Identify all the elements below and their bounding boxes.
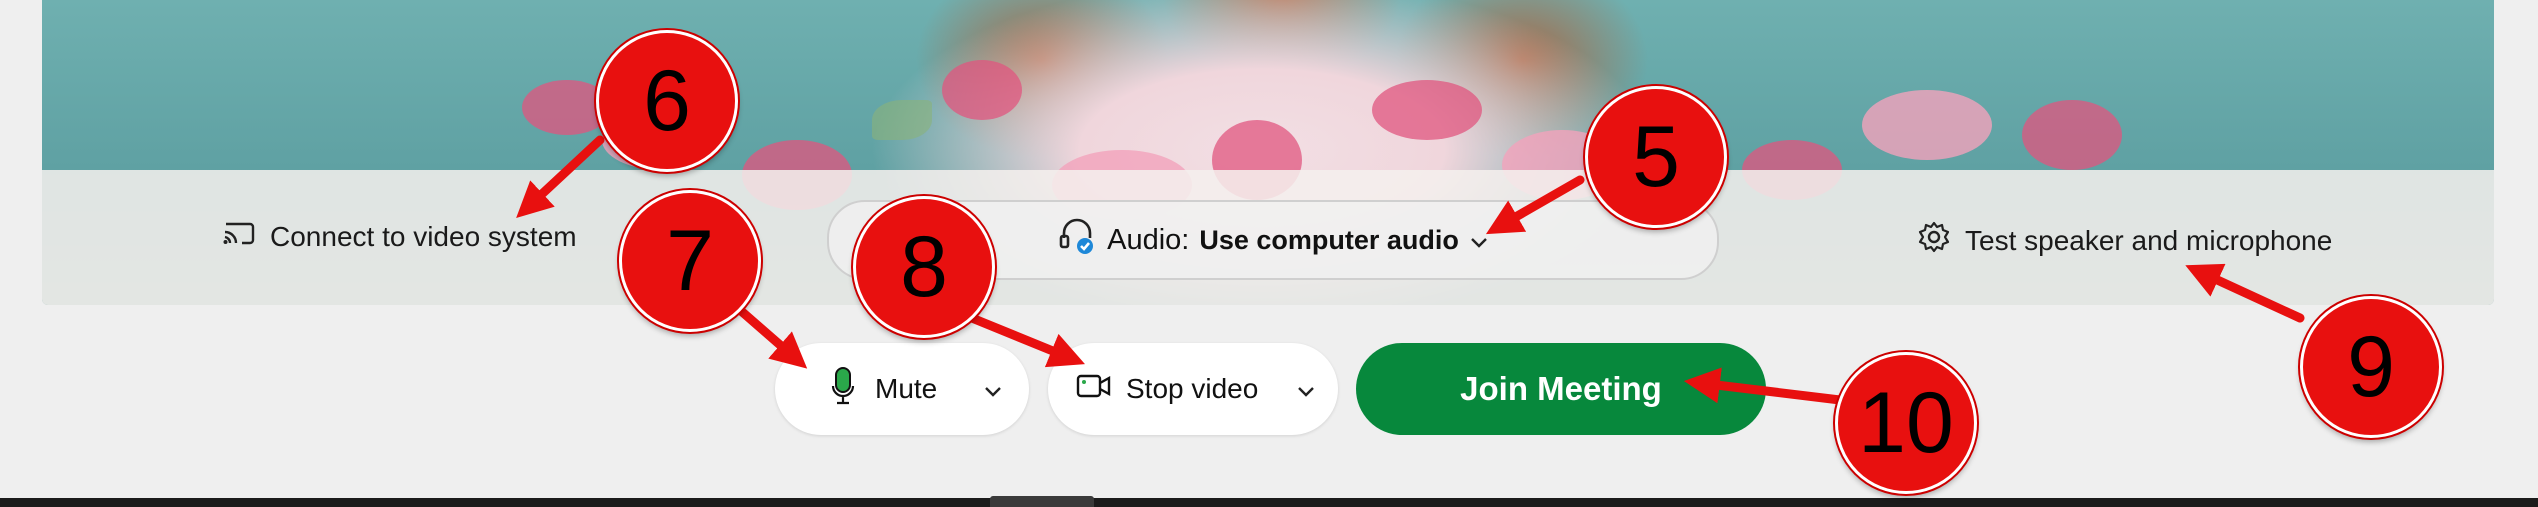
annotation-badge-7: 7	[619, 190, 761, 332]
annotation-badge-10: 10	[1835, 352, 1977, 494]
annotation-badge-9: 9	[2300, 296, 2442, 438]
annotation-badge-8: 8	[853, 196, 995, 338]
annotation-arrows	[516, 135, 2305, 405]
annotation-badge-5: 5	[1585, 86, 1727, 228]
annotation-badge-6: 6	[596, 30, 738, 172]
